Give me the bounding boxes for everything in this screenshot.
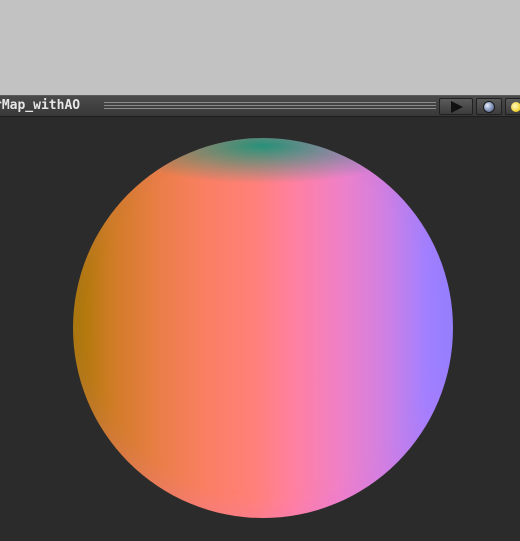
- material-title: rMap_withAO: [0, 98, 81, 113]
- play-icon: [451, 101, 463, 113]
- drag-grip[interactable]: [104, 102, 436, 109]
- top-empty-area: [0, 0, 520, 95]
- preview-shape-button[interactable]: [476, 98, 502, 115]
- preview-viewport[interactable]: [0, 117, 520, 541]
- preview-header-bar: rMap_withAO: [0, 95, 520, 117]
- sphere-icon: [483, 101, 495, 113]
- play-button[interactable]: [439, 98, 473, 115]
- light-button[interactable]: [505, 98, 520, 115]
- light-icon: [511, 102, 520, 112]
- material-preview-window: rMap_withAO: [0, 0, 520, 541]
- preview-sphere: [73, 138, 453, 518]
